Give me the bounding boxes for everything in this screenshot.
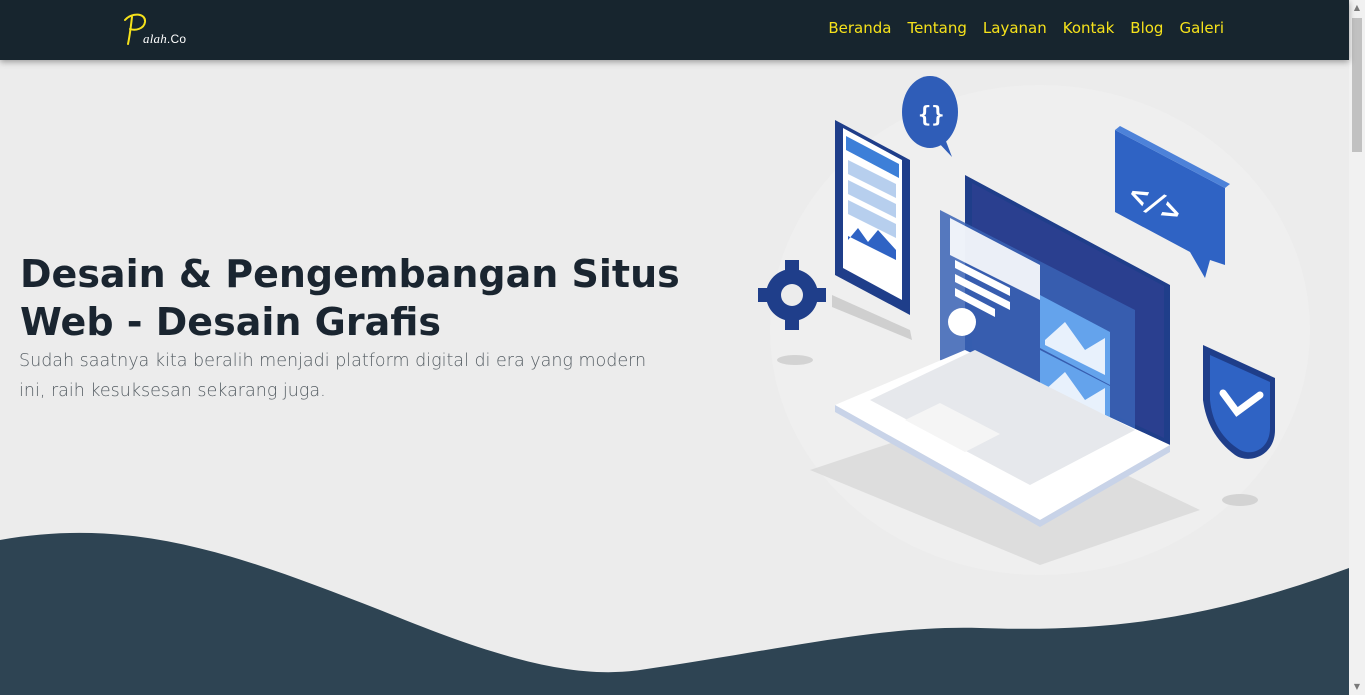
vertical-scrollbar[interactable]: ▲ ▼ — [1349, 0, 1365, 695]
nav-link-kontak[interactable]: Kontak — [1063, 19, 1115, 37]
hero-illustration: {} </> — [740, 60, 1330, 600]
nav-link-galeri[interactable]: Galeri — [1179, 19, 1224, 37]
hero-title: Desain & Pengembangan Situs Web - Desain… — [20, 252, 680, 344]
nav-link-blog[interactable]: Blog — [1130, 19, 1163, 37]
nav-menu: Beranda Tentang Layanan Kontak Blog Gale… — [828, 19, 1224, 37]
scroll-up-arrow-icon[interactable]: ▲ — [1349, 0, 1365, 16]
scroll-down-arrow-icon[interactable]: ▼ — [1349, 679, 1365, 695]
logo-text: alah.Co — [143, 31, 187, 46]
scrollbar-thumb[interactable] — [1352, 18, 1362, 152]
nav-link-layanan[interactable]: Layanan — [983, 19, 1047, 37]
brand-logo[interactable]: alah.Co — [122, 11, 192, 51]
hero-subtitle: Sudah saatnya kita beralih menjadi platf… — [19, 351, 647, 401]
top-navbar: alah.Co Beranda Tentang Layanan Kontak B… — [0, 0, 1349, 60]
hero-bottom-wave — [0, 532, 1349, 695]
svg-text:{}: {} — [918, 103, 945, 128]
nav-link-tentang[interactable]: Tentang — [907, 19, 966, 37]
nav-link-beranda[interactable]: Beranda — [828, 19, 891, 37]
